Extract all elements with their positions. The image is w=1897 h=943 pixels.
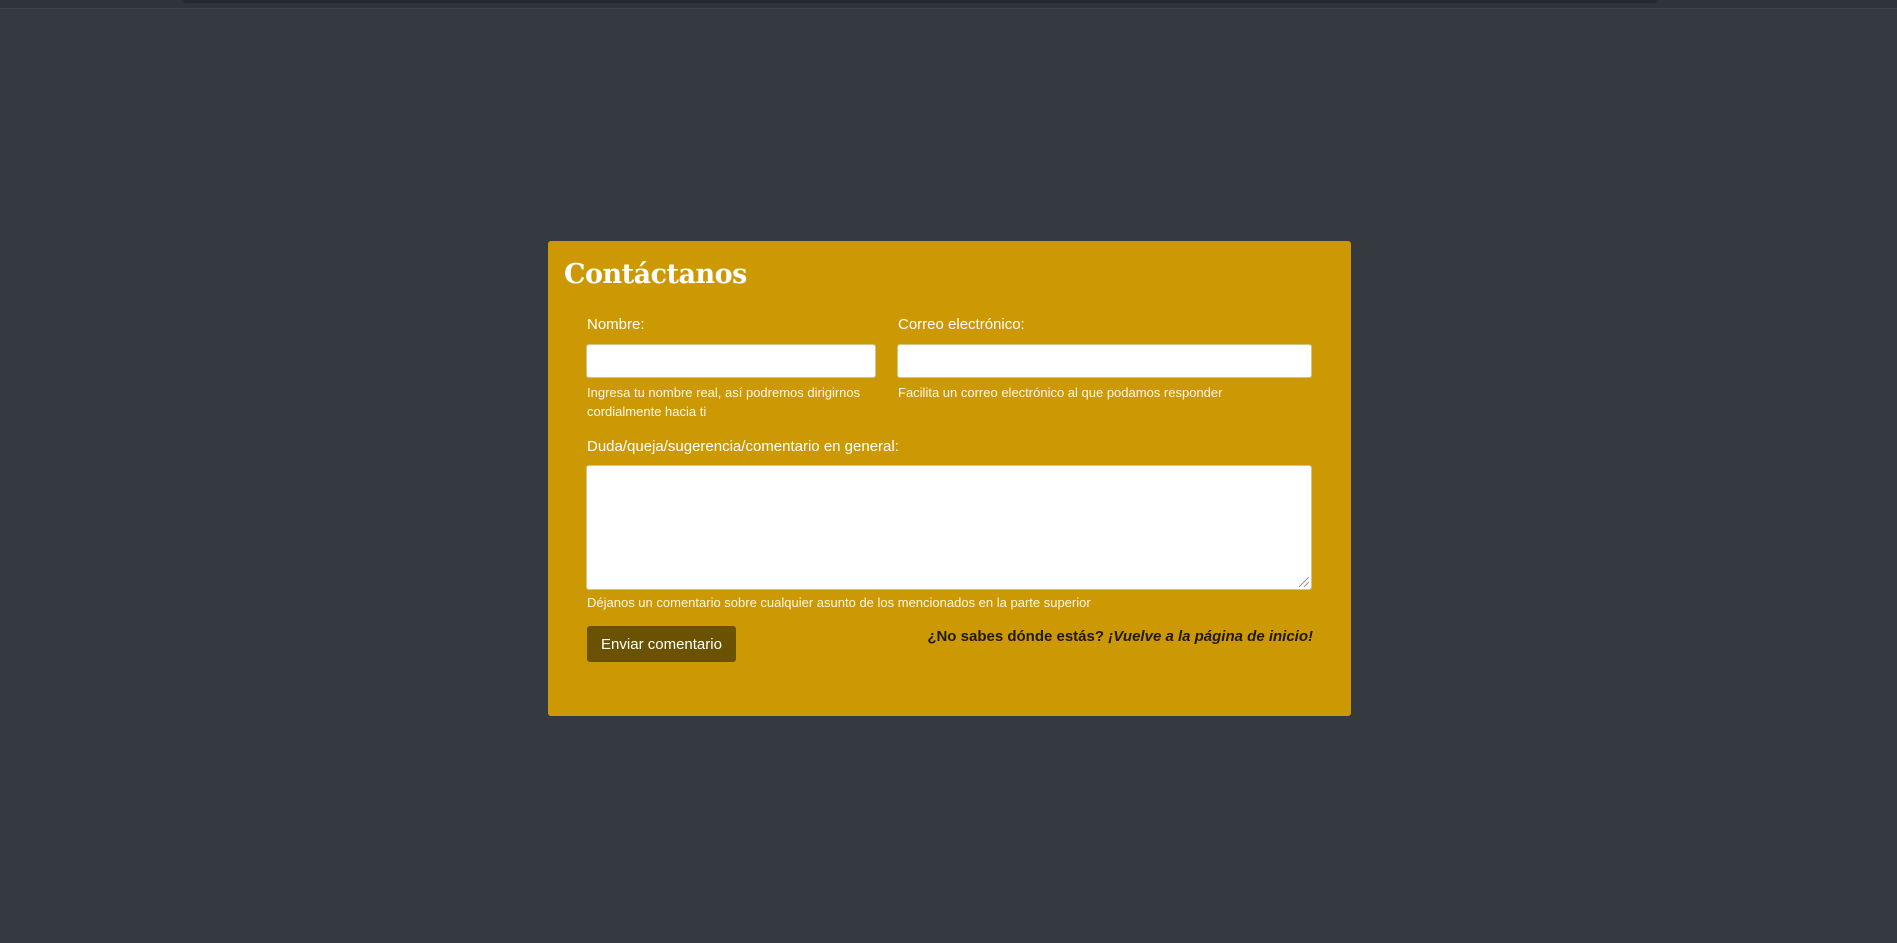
name-field[interactable]: [586, 344, 876, 378]
comment-help-text: Déjanos un comentario sobre cualquier as…: [587, 595, 1091, 610]
home-link-line: ¿No sabes dónde estás? ¡Vuelve a la pági…: [927, 628, 1313, 645]
comment-label: Duda/queja/sugerencia/comentario en gene…: [587, 438, 899, 455]
top-bar-edge: [183, 0, 1657, 3]
page-title: Contáctanos: [564, 259, 747, 290]
submit-comment-button[interactable]: Enviar comentario: [587, 626, 736, 662]
contact-card: Contáctanos Nombre: Ingresa tu nombre re…: [548, 241, 1351, 716]
name-label: Nombre:: [587, 316, 645, 333]
name-help-text: Ingresa tu nombre real, así podremos dir…: [587, 385, 861, 419]
email-help-text: Facilita un correo electrónico al que po…: [898, 385, 1223, 400]
comment-textarea[interactable]: [586, 465, 1312, 590]
home-link[interactable]: ¡Vuelve a la página de inicio!: [1108, 628, 1313, 645]
resize-handle-icon[interactable]: [1299, 577, 1309, 587]
top-bar: [0, 0, 1897, 9]
email-field[interactable]: [897, 344, 1312, 378]
home-prompt-text: ¿No sabes dónde estás?: [927, 628, 1105, 645]
email-label: Correo electrónico:: [898, 316, 1025, 333]
